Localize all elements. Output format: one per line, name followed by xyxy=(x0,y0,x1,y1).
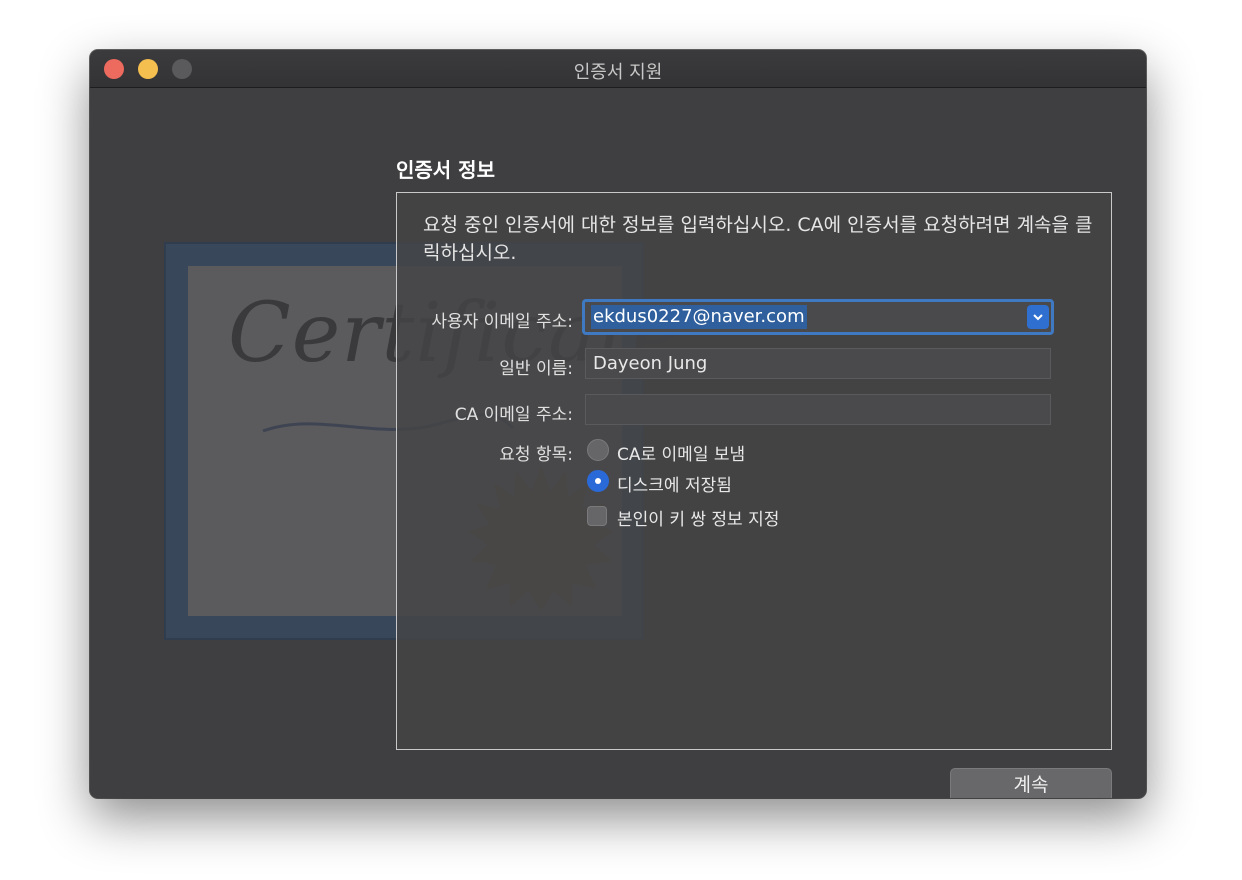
user-email-label: 사용자 이메일 주소: xyxy=(431,312,573,332)
chevron-down-icon xyxy=(1033,314,1043,321)
certificate-assistant-window: 인증서 지원 Certificate 인증서 정보 요청 중인 인증서에 대한 … xyxy=(90,50,1146,798)
email-dropdown-button[interactable] xyxy=(1027,305,1049,329)
window-title: 인증서 지원 xyxy=(573,62,663,83)
radio-save-disk[interactable] xyxy=(587,470,609,492)
instructions-text: 요청 중인 인증서에 대한 정보를 입력하십시오. CA에 인증서를 요청하려면… xyxy=(423,214,1093,264)
user-email-combobox[interactable]: ekdus0227@naver.com xyxy=(582,299,1054,335)
section-title: 인증서 정보 xyxy=(396,158,495,182)
request-label: 요청 항목: xyxy=(499,445,573,465)
continue-button[interactable]: 계속 xyxy=(950,768,1112,798)
radio-email-ca-label[interactable]: CA로 이메일 보냄 xyxy=(617,440,745,465)
ca-email-field[interactable] xyxy=(585,394,1051,425)
user-email-value[interactable]: ekdus0227@naver.com xyxy=(591,305,807,329)
common-name-field[interactable]: Dayeon Jung xyxy=(585,348,1051,379)
radio-save-disk-label[interactable]: 디스크에 저장됨 xyxy=(617,471,732,496)
ca-email-label: CA 이메일 주소: xyxy=(454,405,573,425)
window-content: Certificate 인증서 정보 요청 중인 인증서에 대한 정보를 입력하… xyxy=(90,88,1146,798)
common-name-label: 일반 이름: xyxy=(499,359,573,379)
keypair-checkbox-label[interactable]: 본인이 키 쌍 정보 지정 xyxy=(617,505,779,530)
keypair-checkbox[interactable] xyxy=(587,506,607,526)
certificate-info-panel: 요청 중인 인증서에 대한 정보를 입력하십시오. CA에 인증서를 요청하려면… xyxy=(396,192,1112,750)
radio-email-ca[interactable] xyxy=(587,439,609,461)
title-bar[interactable]: 인증서 지원 xyxy=(90,50,1146,88)
